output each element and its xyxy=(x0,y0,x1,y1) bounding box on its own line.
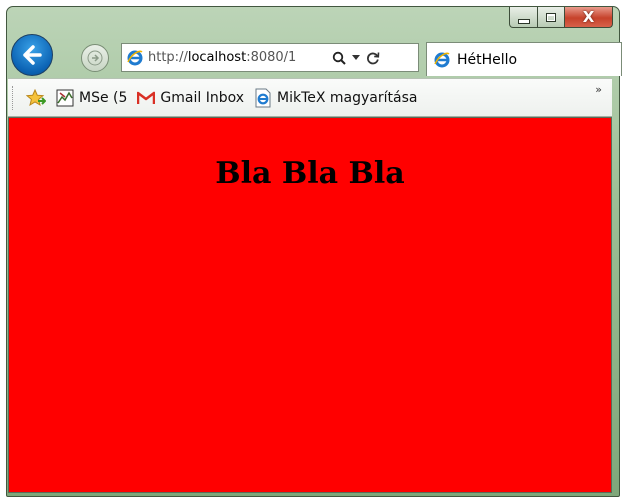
ie-page-icon xyxy=(255,88,271,107)
tab-label: HétHello xyxy=(457,51,518,68)
window-controls: X xyxy=(509,7,613,29)
favorite-label: MikTeX magyarítása xyxy=(277,89,418,106)
favorite-site-icon xyxy=(56,89,74,106)
back-button[interactable] xyxy=(11,34,53,76)
favorites-star-button[interactable] xyxy=(26,88,46,107)
favorites-bar: MSe (5 Gmail Inbox MikTeX magyarítása » xyxy=(8,78,612,117)
favorite-label: Gmail Inbox xyxy=(160,89,245,106)
address-url: http://localhost:8080/1 xyxy=(148,50,297,65)
tab-hethello[interactable]: HétHello xyxy=(426,42,622,76)
favorite-item-gmail[interactable]: Gmail Inbox xyxy=(137,90,244,106)
refresh-icon[interactable] xyxy=(366,51,380,65)
dropdown-arrow-icon[interactable] xyxy=(352,54,360,61)
address-tools xyxy=(332,51,380,65)
forward-arrow-icon xyxy=(87,50,103,66)
favorite-item-miktex[interactable]: MikTeX magyarítása xyxy=(254,88,417,108)
forward-button[interactable] xyxy=(81,44,109,72)
search-icon[interactable] xyxy=(332,51,346,65)
toolbar-grip[interactable] xyxy=(12,85,16,110)
favorites-more-button[interactable]: » xyxy=(595,83,602,96)
favorites-star-icon xyxy=(26,88,46,106)
page-content: Bla Bla Bla xyxy=(8,117,612,493)
minimize-icon xyxy=(517,18,530,24)
favorite-label: MSe (5 xyxy=(79,89,128,106)
page-heading: Bla Bla Bla xyxy=(215,156,405,191)
navigation-bar: http://localhost:8080/1 HétHello xyxy=(8,34,622,80)
ie-page-icon xyxy=(127,50,143,65)
ie-page-icon xyxy=(434,52,450,67)
back-arrow-icon xyxy=(23,45,42,65)
maximize-icon xyxy=(546,12,556,22)
close-icon: X xyxy=(582,8,595,26)
favorite-item-mse[interactable]: MSe (5 xyxy=(56,89,127,107)
gmail-icon xyxy=(137,91,156,104)
minimize-button[interactable] xyxy=(509,7,538,28)
address-bar[interactable]: http://localhost:8080/1 xyxy=(121,43,419,72)
maximize-button[interactable] xyxy=(538,7,565,28)
close-button[interactable]: X xyxy=(565,7,613,28)
